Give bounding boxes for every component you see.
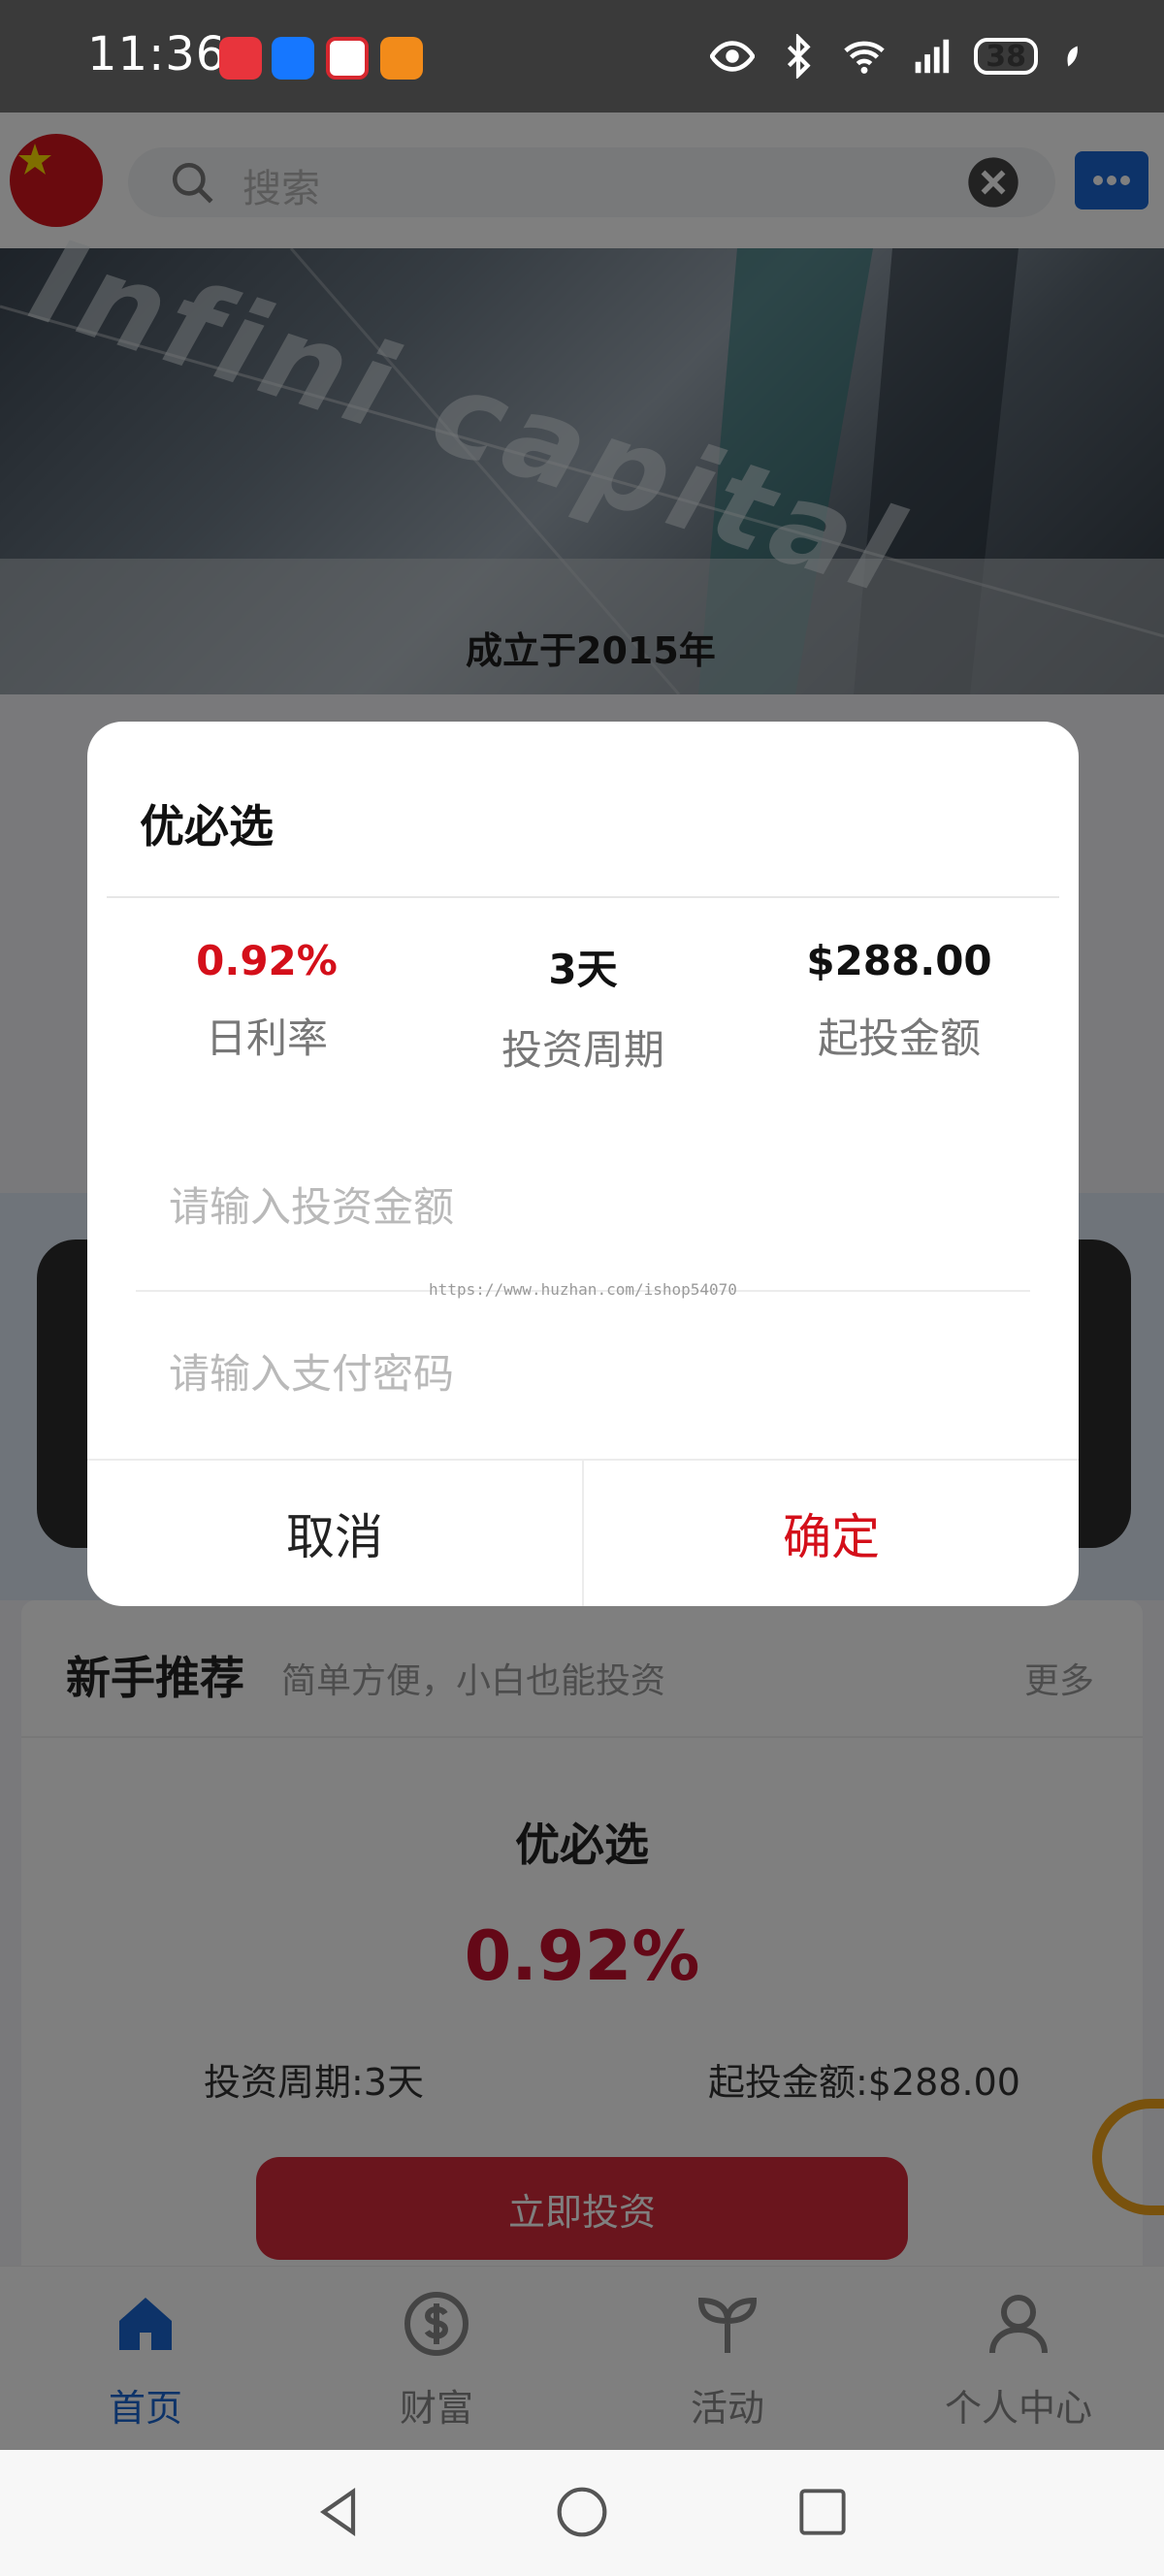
bluetooth-icon [788,34,811,79]
payment-password-input[interactable] [169,1335,1003,1412]
stat-label: 日利率 [205,1014,328,1062]
stat-label: 投资周期 [501,1026,664,1074]
stat-value: 0.92% [196,937,338,984]
stat-daily-rate: 0.92% 日利率 [107,937,427,1065]
battery-icon: 38 [974,38,1038,75]
4g-signal-icon [915,39,950,74]
cmb-bank-icon [326,37,369,80]
status-icons: 38 [710,29,1086,83]
recents-icon[interactable] [797,2487,848,2537]
watermark-text: https://www.huzhan.com/ishop54070 [429,1280,737,1299]
investment-amount-input[interactable] [169,1168,1003,1245]
cancel-button[interactable]: 取消 [87,1461,582,1606]
wifi-icon [844,41,885,74]
gift-app-icon [380,37,423,80]
dialog-title-divider [107,896,1059,898]
dialog-title: 优必选 [140,800,274,853]
invest-dialog: 优必选 0.92% 日利率 3天 投资周期 $288.00 起投金额 https… [87,722,1079,1606]
stat-label: 起投金额 [817,1014,981,1062]
stat-period: 3天 投资周期 [423,937,743,1077]
stat-value: $288.00 [806,937,992,984]
eye-icon [710,41,756,72]
leaf-icon [1067,46,1078,67]
stat-min-amount: $288.00 起投金额 [739,937,1059,1065]
alipay-icon [272,37,314,80]
stat-value: 3天 [548,946,618,993]
back-icon[interactable] [312,2485,367,2539]
status-time: 11:36 [87,27,227,81]
huawei-app-icon [219,37,262,80]
confirm-button[interactable]: 确定 [584,1461,1079,1606]
home-circle-icon[interactable] [555,2485,609,2539]
